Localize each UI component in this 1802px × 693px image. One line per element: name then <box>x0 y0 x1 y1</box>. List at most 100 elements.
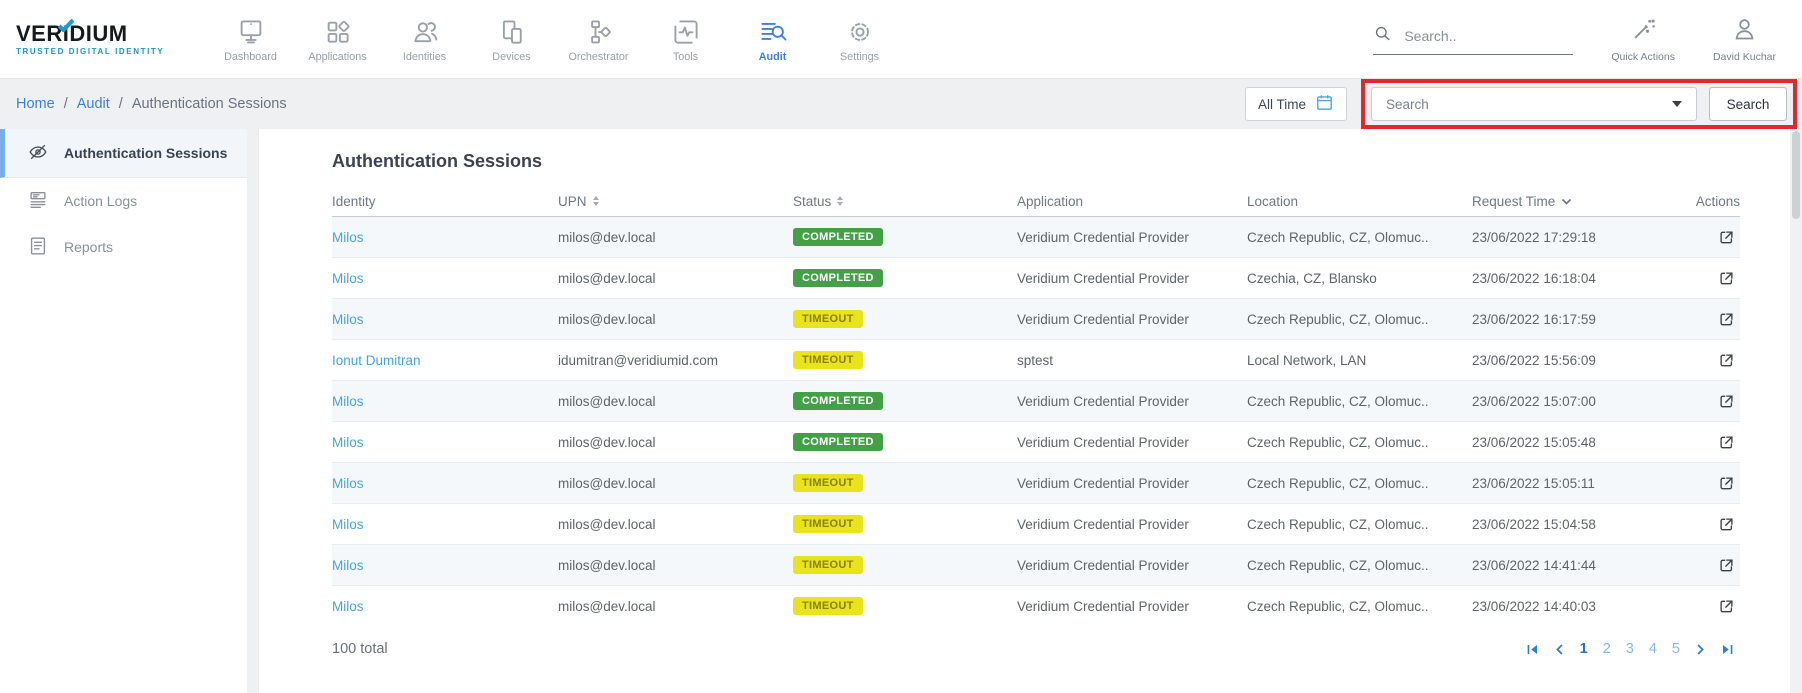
status-badge: COMPLETED <box>793 433 883 451</box>
status-cell: TIMEOUT <box>793 351 1017 369</box>
column-header-identity: Identity <box>332 194 558 209</box>
nav-item-dashboard[interactable]: Dashboard <box>207 15 294 63</box>
identity-link[interactable]: Milos <box>332 394 558 409</box>
identity-link[interactable]: Milos <box>332 312 558 327</box>
request-time-cell: 23/06/2022 15:07:00 <box>1472 394 1662 409</box>
breadcrumb-item-audit[interactable]: Audit <box>77 96 110 112</box>
application-cell: Veridium Credential Provider <box>1017 271 1247 286</box>
dashboard-icon <box>207 15 294 49</box>
pagination-page-2[interactable]: 2 <box>1603 641 1611 657</box>
breadcrumb: Home/Audit/Authentication Sessions <box>16 96 287 112</box>
breadcrumb-item-home[interactable]: Home <box>16 96 55 112</box>
application-cell: Veridium Credential Provider <box>1017 435 1247 450</box>
table-row: Ionut Dumitranidumitran@veridiumid.comTI… <box>332 339 1740 380</box>
nav-item-applications[interactable]: Applications <box>294 15 381 63</box>
table-row: Milosmilos@dev.localCOMPLETEDVeridium Cr… <box>332 421 1740 462</box>
global-search[interactable] <box>1373 24 1573 55</box>
open-session-icon[interactable] <box>1717 474 1736 493</box>
pagination-page-3[interactable]: 3 <box>1626 641 1634 657</box>
open-session-icon[interactable] <box>1717 556 1736 575</box>
sidebar-item-reports[interactable]: Reports <box>0 224 247 270</box>
table-body: Milosmilos@dev.localCOMPLETEDVeridium Cr… <box>332 216 1740 626</box>
open-session-icon[interactable] <box>1717 269 1736 288</box>
location-cell: Czech Republic, CZ, Olomuc.. <box>1247 312 1472 327</box>
pagination-last-icon[interactable] <box>1721 643 1734 656</box>
identity-link[interactable]: Milos <box>332 230 558 245</box>
pagination-page-4[interactable]: 4 <box>1649 641 1657 657</box>
nav-item-settings[interactable]: Settings <box>816 15 903 63</box>
breadcrumb-item-authentication-sessions: Authentication Sessions <box>132 96 287 112</box>
nav-item-orchestrator[interactable]: Orchestrator <box>555 15 642 63</box>
upn-cell: milos@dev.local <box>558 312 793 327</box>
open-session-icon[interactable] <box>1717 310 1736 329</box>
status-cell: TIMEOUT <box>793 556 1017 574</box>
application-cell: Veridium Credential Provider <box>1017 476 1247 491</box>
nav-item-audit[interactable]: Audit <box>729 15 816 63</box>
application-cell: Veridium Credential Provider <box>1017 517 1247 532</box>
identity-link[interactable]: Milos <box>332 517 558 532</box>
sidebar-item-authentication-sessions[interactable]: Authentication Sessions <box>0 129 247 178</box>
upn-cell: milos@dev.local <box>558 599 793 614</box>
pagination-first-icon[interactable] <box>1526 643 1539 656</box>
identity-link[interactable]: Milos <box>332 599 558 614</box>
column-header-label: Application <box>1017 194 1083 209</box>
column-header-upn[interactable]: UPN <box>558 194 793 209</box>
column-header-status[interactable]: Status <box>793 194 1017 209</box>
search-button[interactable]: Search <box>1709 87 1787 121</box>
nav-item-devices[interactable]: Devices <box>468 15 555 63</box>
user-menu[interactable]: David Kuchar <box>1713 16 1776 63</box>
request-time-cell: 23/06/2022 14:40:03 <box>1472 599 1662 614</box>
application-cell: Veridium Credential Provider <box>1017 558 1247 573</box>
column-header-label: Actions <box>1696 194 1740 209</box>
sort-icon[interactable] <box>593 196 599 206</box>
time-range-button[interactable]: All Time <box>1245 87 1347 121</box>
pagination-prev-icon[interactable] <box>1554 643 1565 656</box>
application-cell: Veridium Credential Provider <box>1017 394 1247 409</box>
open-session-icon[interactable] <box>1717 392 1736 411</box>
quick-actions-button[interactable]: Quick Actions <box>1611 16 1675 63</box>
total-count-label: 100 total <box>332 641 388 657</box>
column-header-request-time[interactable]: Request Time <box>1472 194 1662 209</box>
scrollbar-thumb[interactable] <box>1792 131 1800 219</box>
action-logs-icon <box>27 189 49 214</box>
vertical-scrollbar[interactable] <box>1790 129 1802 693</box>
nav-item-label: Devices <box>468 51 555 63</box>
identity-link[interactable]: Ionut Dumitran <box>332 353 558 368</box>
open-session-icon[interactable] <box>1717 515 1736 534</box>
status-cell: COMPLETED <box>793 392 1017 410</box>
search-dropdown-label: Search <box>1386 97 1429 112</box>
global-search-input[interactable] <box>1402 27 1556 45</box>
sort-icon[interactable] <box>837 196 843 206</box>
identity-link[interactable]: Milos <box>332 476 558 491</box>
open-session-icon[interactable] <box>1717 597 1736 616</box>
status-badge: COMPLETED <box>793 392 883 410</box>
nav-item-tools[interactable]: Tools <box>642 15 729 63</box>
column-header-label: Request Time <box>1472 194 1555 209</box>
pagination-page-1[interactable]: 1 <box>1580 641 1588 657</box>
table-row: Milosmilos@dev.localTIMEOUTVeridium Cred… <box>332 503 1740 544</box>
column-header-actions: Actions <box>1662 194 1740 209</box>
identity-link[interactable]: Milos <box>332 435 558 450</box>
pagination-next-icon[interactable] <box>1695 643 1706 656</box>
nav-item-identities[interactable]: Identities <box>381 15 468 63</box>
table-footer: 100 total 12345 <box>332 641 1740 657</box>
sort-desc-icon[interactable] <box>1561 194 1572 209</box>
location-cell: Czech Republic, CZ, Olomuc.. <box>1247 394 1472 409</box>
open-session-icon[interactable] <box>1717 351 1736 370</box>
location-cell: Czech Republic, CZ, Olomuc.. <box>1247 558 1472 573</box>
identity-link[interactable]: Milos <box>332 558 558 573</box>
filter-controls: All Time Search Search <box>1245 79 1802 129</box>
brand-name: VERIDIUM <box>16 23 181 45</box>
request-time-cell: 23/06/2022 15:05:11 <box>1472 476 1662 491</box>
pagination-page-5[interactable]: 5 <box>1672 641 1680 657</box>
request-time-cell: 23/06/2022 16:17:59 <box>1472 312 1662 327</box>
search-field-dropdown[interactable]: Search <box>1371 87 1697 121</box>
nav-item-label: Audit <box>729 51 816 63</box>
identity-link[interactable]: Milos <box>332 271 558 286</box>
sidebar-item-action-logs[interactable]: Action Logs <box>0 178 247 224</box>
pagination: 12345 <box>1526 641 1740 657</box>
open-session-icon[interactable] <box>1717 433 1736 452</box>
veridium-logo[interactable]: VERIDIUM TRUSTED DIGITAL IDENTITY <box>16 23 181 56</box>
nav-item-label: Orchestrator <box>555 51 642 63</box>
open-session-icon[interactable] <box>1717 228 1736 247</box>
